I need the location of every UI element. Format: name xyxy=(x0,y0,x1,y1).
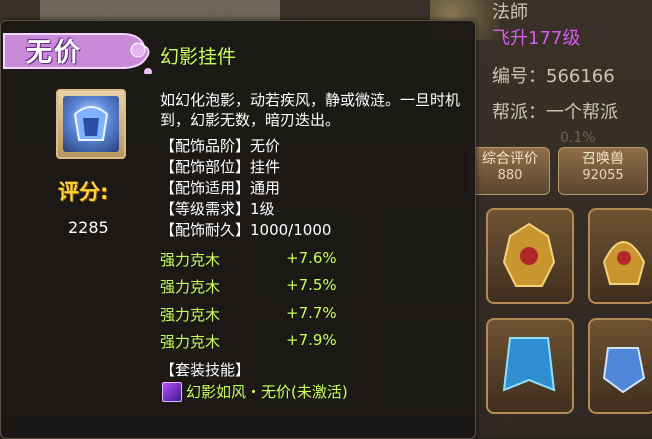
equipment-slot-armor[interactable] xyxy=(486,208,574,304)
equipment-slot-helmet[interactable] xyxy=(588,208,652,304)
tab-summon-beast-value: 92055 xyxy=(582,168,624,183)
blue-cape-icon xyxy=(502,337,556,392)
attribute-slot: 【配饰部位】挂件 xyxy=(160,158,281,176)
item-icon-frame xyxy=(56,89,126,159)
tab-overall-rating-value: 880 xyxy=(497,168,523,183)
item-description: 如幻化泡影，动若疾风，静或微涟。一旦时机到，幻影无数，暗刃迭出。 xyxy=(160,91,461,129)
bonus-value: +7.7% xyxy=(286,304,337,322)
bonus-name: 强力克木 xyxy=(160,306,221,324)
bonus-name: 强力克木 xyxy=(160,251,221,269)
character-id: 编号：566166 xyxy=(492,66,615,87)
tab-overall-rating[interactable]: 综合评价 880 xyxy=(470,147,550,195)
price-label: 无价 xyxy=(26,38,83,68)
faded-percent: 0.1% xyxy=(560,130,596,146)
equipment-slot-cape[interactable] xyxy=(486,318,574,414)
attribute-level-requirement: 【等级需求】1级 xyxy=(160,200,275,218)
bonus-name: 强力克木 xyxy=(160,278,221,296)
gold-armor-icon xyxy=(502,222,556,287)
set-skill-name: 幻影如风・无价(未激活) xyxy=(186,383,348,401)
set-skill-icon xyxy=(162,382,182,402)
bonus-name: 强力克木 xyxy=(160,333,221,351)
tab-overall-rating-label: 综合评价 xyxy=(482,151,538,167)
attribute-durability: 【配饰耐久】1000/1000 xyxy=(160,221,332,239)
character-school: 法師 xyxy=(492,2,528,23)
equipment-slot-pendant[interactable] xyxy=(588,318,652,414)
item-name: 幻影挂件 xyxy=(160,46,237,68)
set-skill-header: 【套装技能】 xyxy=(160,361,251,379)
attribute-applicable: 【配饰适用】通用 xyxy=(160,179,281,197)
score-label: 评分: xyxy=(58,180,109,204)
bonus-value: +7.9% xyxy=(286,331,337,349)
bonus-value: +7.5% xyxy=(286,276,337,294)
character-level: 飞升177级 xyxy=(492,28,581,49)
score-value: 2285 xyxy=(68,218,109,237)
blue-pendant-icon xyxy=(63,96,119,152)
bonus-value: +7.6% xyxy=(286,249,337,267)
price-badge: 无价 xyxy=(2,28,152,74)
blue-pendant-icon xyxy=(602,347,646,394)
character-guild: 帮派：一个帮派 xyxy=(492,102,618,123)
tab-summon-beast[interactable]: 召唤兽 92055 xyxy=(558,147,648,195)
gold-helmet-icon xyxy=(602,241,646,285)
tab-summon-beast-label: 召唤兽 xyxy=(582,151,624,167)
attribute-grade: 【配饰品阶】无价 xyxy=(160,137,281,155)
